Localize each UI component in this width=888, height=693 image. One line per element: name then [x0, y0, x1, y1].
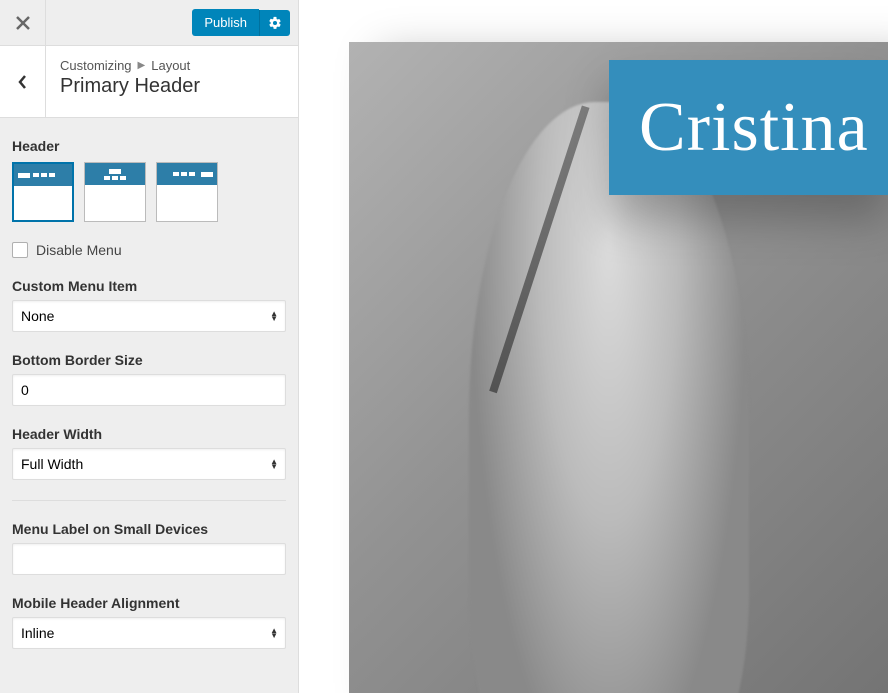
header-width-label: Header Width	[12, 426, 286, 442]
custom-menu-item-label: Custom Menu Item	[12, 278, 286, 294]
site-title: Cristina	[639, 88, 869, 168]
customizer-sidebar: Publish Customizing ▶ Layout Primary Hea…	[0, 0, 299, 693]
disable-menu-row: Disable Menu	[12, 242, 286, 258]
gear-icon	[268, 16, 282, 30]
breadcrumb-separator-icon: ▶	[138, 60, 146, 71]
header-layout-option-left[interactable]	[12, 162, 74, 222]
breadcrumb-root: Customizing	[60, 58, 132, 73]
section-header-text: Customizing ▶ Layout Primary Header	[46, 46, 214, 117]
section-header: Customizing ▶ Layout Primary Header	[0, 46, 298, 118]
breadcrumb-section: Layout	[151, 58, 190, 73]
bottom-border-size-input[interactable]	[12, 374, 286, 406]
controls-panel: Header Disable Menu Custom Menu Item Non…	[0, 118, 298, 693]
header-layout-options	[12, 162, 286, 222]
publish-group: Publish	[192, 9, 290, 36]
header-layout-option-center[interactable]	[84, 162, 146, 222]
sidebar-topbar: Publish	[0, 0, 298, 46]
menu-label-small-label: Menu Label on Small Devices	[12, 521, 286, 537]
publish-button[interactable]: Publish	[192, 9, 259, 36]
mobile-header-alignment-select[interactable]: Inline	[12, 617, 286, 649]
chevron-left-icon	[16, 75, 30, 89]
custom-menu-item-select[interactable]: None	[12, 300, 286, 332]
header-group-label: Header	[12, 138, 286, 154]
disable-menu-checkbox[interactable]	[12, 242, 28, 258]
back-button[interactable]	[0, 46, 46, 117]
menu-label-small-input[interactable]	[12, 543, 286, 575]
bottom-border-size-label: Bottom Border Size	[12, 352, 286, 368]
page-title: Primary Header	[60, 75, 200, 98]
site-title-box: Cristina	[609, 60, 888, 195]
header-width-select[interactable]: Full Width	[12, 448, 286, 480]
mobile-header-alignment-label: Mobile Header Alignment	[12, 595, 286, 611]
breadcrumb: Customizing ▶ Layout	[60, 58, 200, 73]
header-layout-option-right[interactable]	[156, 162, 218, 222]
divider	[12, 500, 286, 501]
publish-settings-button[interactable]	[259, 10, 290, 36]
close-icon	[16, 16, 30, 30]
live-preview: Cristina	[299, 0, 888, 693]
close-button[interactable]	[0, 0, 46, 46]
disable-menu-label: Disable Menu	[36, 242, 122, 258]
